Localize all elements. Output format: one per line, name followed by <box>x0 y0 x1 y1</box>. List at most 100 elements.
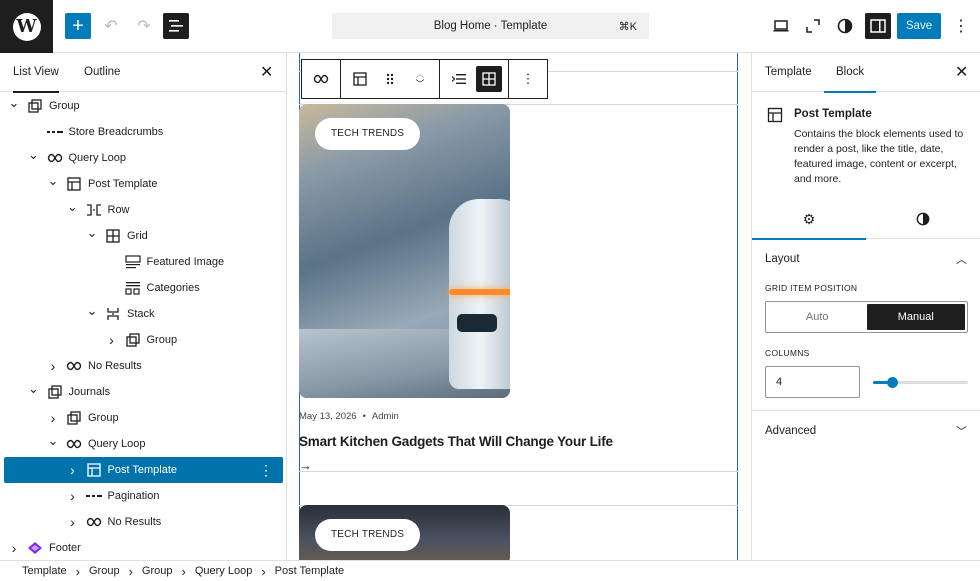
tree-item[interactable]: Categories <box>4 275 283 301</box>
tree-item[interactable]: ⌄ Post Template <box>4 171 283 197</box>
tree-item-label: Post Template <box>88 178 158 190</box>
tab-block[interactable]: Block <box>823 53 877 93</box>
tree-item-label: Stack <box>127 308 155 320</box>
layout-panel-toggle[interactable]: Layout ︿ <box>752 239 980 279</box>
category-badge[interactable]: TECH TRENDS <box>315 519 421 551</box>
breadcrumb-item[interactable]: Template <box>22 565 67 577</box>
select-parent-button[interactable] <box>308 66 334 92</box>
tree-item[interactable]: ⌄ Group <box>4 93 283 119</box>
settings-button[interactable] <box>865 13 891 39</box>
loop-icon <box>313 74 329 84</box>
chevron-right-icon[interactable]: › <box>47 410 59 426</box>
document-overview-button[interactable] <box>163 13 189 39</box>
chevron-down-icon[interactable]: ⌄ <box>28 381 40 397</box>
chevron-right-icon: › <box>75 563 80 579</box>
tab-outline[interactable]: Outline <box>84 53 120 92</box>
breadcrumb-item[interactable]: Group <box>142 565 173 577</box>
tree-item[interactable]: Featured Image <box>4 249 283 275</box>
chevron-down-icon[interactable]: ⌄ <box>86 303 98 319</box>
tab-list-view[interactable]: List View <box>13 53 59 93</box>
tab-settings[interactable]: ⚙ <box>752 199 866 240</box>
zoom-out-button[interactable] <box>800 13 826 39</box>
tree-item[interactable]: › No Results <box>4 509 283 535</box>
breadcrumbs-icon <box>46 123 64 141</box>
breadcrumb-item[interactable]: Group <box>89 565 120 577</box>
post-date: May 13, 2026 <box>299 411 357 422</box>
chevron-right-icon[interactable]: › <box>47 358 59 374</box>
breadcrumb-item[interactable]: Query Loop <box>195 565 252 577</box>
add-block-button[interactable]: + <box>65 13 91 39</box>
option-auto[interactable]: Auto <box>768 304 867 330</box>
chevron-right-icon[interactable]: › <box>106 332 118 348</box>
redo-button[interactable]: ↷ <box>131 13 157 39</box>
chevron-right-icon: › <box>261 563 266 579</box>
chevron-down-icon[interactable]: ⌄ <box>47 173 59 189</box>
close-icon[interactable]: ✕ <box>260 65 273 81</box>
chevron-right-icon[interactable]: › <box>67 462 79 478</box>
chevron-right-icon[interactable]: › <box>8 540 20 556</box>
post-title[interactable]: Smart Kitchen Gadgets That Will Change Y… <box>299 434 613 449</box>
tree-item[interactable]: ⌄ Query Loop <box>4 431 283 457</box>
grid-item-position-toggle: Auto Manual <box>765 301 968 333</box>
tree-item[interactable]: ⌄ Stack <box>4 301 283 327</box>
breadcrumb-item[interactable]: Post Template <box>275 565 345 577</box>
featured-image[interactable]: TECH TRENDS <box>299 505 510 560</box>
list-view-button[interactable] <box>446 66 472 92</box>
columns-input[interactable]: 4 <box>765 366 860 398</box>
tree-item[interactable]: › No Results <box>4 353 283 379</box>
toolbar-group-block: ︿ ﹀ <box>341 60 440 98</box>
chevron-right-icon[interactable]: › <box>67 514 79 530</box>
tree-item[interactable]: › Pagination <box>4 483 283 509</box>
command-palette-bar[interactable]: Blog Home · Template ⌘K <box>332 13 649 39</box>
advanced-panel-toggle[interactable]: Advanced ﹀ <box>752 411 980 451</box>
tree-item[interactable]: › Footer <box>4 535 283 560</box>
tree-item[interactable]: ⌄ Row <box>4 197 283 223</box>
slider-handle[interactable] <box>887 377 898 388</box>
pagination-icon <box>85 487 103 505</box>
gear-icon: ⚙ <box>802 210 816 227</box>
featured-image[interactable]: TECH TRENDS <box>299 104 510 398</box>
category-badge[interactable]: TECH TRENDS <box>315 118 421 150</box>
tree-item[interactable]: › Group <box>4 327 283 353</box>
toolbar-group-options: ⋮ <box>509 60 547 98</box>
chevron-right-icon[interactable]: › <box>67 488 79 504</box>
tree-item[interactable]: ⌄ Query Loop <box>4 145 283 171</box>
wordpress-logo-button[interactable]: W <box>0 0 53 53</box>
block-type-button[interactable] <box>347 66 373 92</box>
redo-icon: ↷ <box>137 18 151 35</box>
block-options-button[interactable]: ⋮ <box>515 66 541 92</box>
chevron-up-icon: ︿ <box>956 254 967 266</box>
more-vertical-icon[interactable]: ⋮ <box>259 462 273 479</box>
undo-button[interactable]: ↶ <box>98 13 124 39</box>
layout-icon <box>65 175 83 193</box>
tree-item[interactable]: ⌄ Grid <box>4 223 283 249</box>
tree-item[interactable]: ⌄ Journals <box>4 379 283 405</box>
image-display-panel <box>457 314 497 332</box>
tree-item-label: Grid <box>127 230 148 242</box>
tab-styles[interactable] <box>866 199 980 239</box>
move-buttons[interactable]: ︿ ﹀ <box>407 66 433 92</box>
option-manual[interactable]: Manual <box>866 304 965 330</box>
tree-item[interactable]: › Group <box>4 405 283 431</box>
tree-item[interactable]: Store Breadcrumbs <box>4 119 283 145</box>
tree-item[interactable]: › Post Template ⋮ <box>4 457 283 483</box>
styles-button[interactable] <box>832 13 858 39</box>
chevron-down-icon[interactable]: ⌄ <box>86 225 98 241</box>
block-card: Post Template Contains the block element… <box>752 93 980 193</box>
post-author[interactable]: Admin <box>372 411 399 422</box>
chevron-down-icon[interactable]: ⌄ <box>67 199 79 215</box>
list-view-icon <box>169 20 183 32</box>
drag-handle[interactable] <box>377 66 403 92</box>
tab-template[interactable]: Template <box>765 53 812 92</box>
chevron-down-icon[interactable]: ⌄ <box>28 147 40 163</box>
save-button[interactable]: Save <box>897 13 941 39</box>
columns-slider[interactable] <box>873 377 968 388</box>
chevron-down-icon[interactable]: ⌄ <box>47 433 59 449</box>
grid-view-button[interactable] <box>476 66 502 92</box>
chevron-down-icon[interactable]: ⌄ <box>8 95 20 111</box>
options-button[interactable]: ⋮ <box>948 13 974 39</box>
chevron-down-icon: ﹀ <box>415 79 425 89</box>
view-button[interactable] <box>768 13 794 39</box>
close-icon[interactable]: ✕ <box>955 65 968 81</box>
tree-item-label: Group <box>49 100 80 112</box>
